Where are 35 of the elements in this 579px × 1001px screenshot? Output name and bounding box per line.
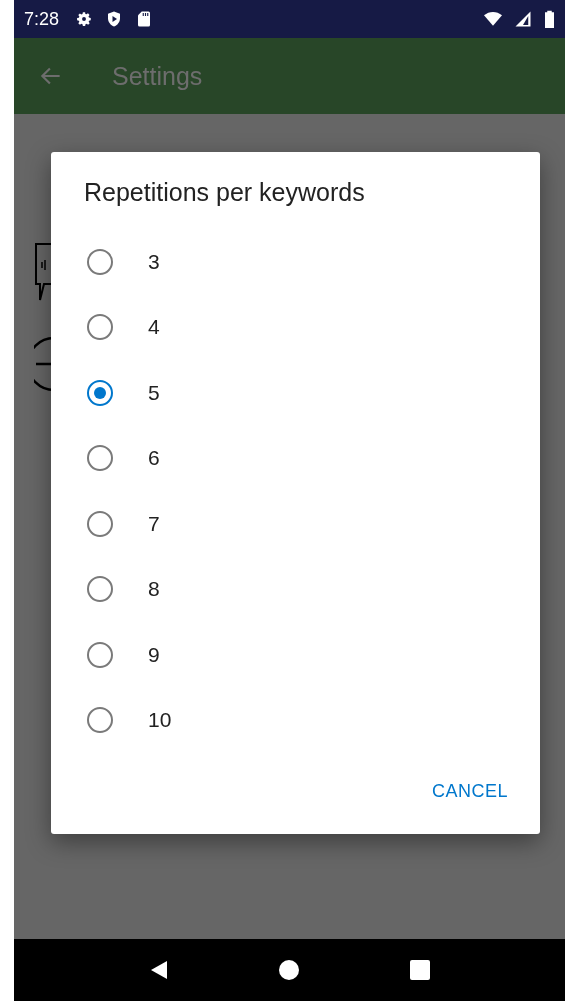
option-label: 8 bbox=[148, 577, 160, 602]
radio-option[interactable]: 10 bbox=[51, 687, 540, 753]
back-triangle-icon[interactable] bbox=[149, 960, 170, 980]
radio-button[interactable] bbox=[87, 641, 113, 668]
radio-button[interactable] bbox=[87, 445, 113, 472]
cancel-button[interactable]: CANCEL bbox=[419, 773, 520, 810]
status-time: 7:28 bbox=[24, 8, 60, 30]
recents-square-icon[interactable] bbox=[409, 960, 430, 980]
wifi-icon bbox=[484, 10, 502, 28]
radio-button[interactable] bbox=[87, 707, 113, 734]
radio-option[interactable]: 6 bbox=[51, 425, 540, 491]
gear-icon bbox=[75, 10, 94, 28]
battery-icon bbox=[544, 10, 555, 28]
option-label: 6 bbox=[148, 446, 160, 471]
option-label: 4 bbox=[148, 315, 160, 340]
radio-option[interactable]: 9 bbox=[51, 622, 540, 688]
radio-button[interactable] bbox=[87, 248, 113, 275]
option-label: 9 bbox=[148, 642, 160, 667]
radio-button[interactable] bbox=[87, 379, 113, 406]
radio-option[interactable]: 5 bbox=[51, 360, 540, 426]
radio-button[interactable] bbox=[87, 510, 113, 537]
radio-option[interactable]: 8 bbox=[51, 556, 540, 622]
dialog-title: Repetitions per keywords bbox=[83, 178, 366, 208]
signal-icon bbox=[514, 10, 532, 28]
option-label: 3 bbox=[148, 249, 160, 274]
radio-button[interactable] bbox=[87, 576, 113, 603]
radio-option[interactable]: 4 bbox=[51, 294, 540, 360]
option-label: 10 bbox=[148, 708, 172, 733]
option-label: 7 bbox=[148, 511, 160, 536]
radio-option[interactable]: 7 bbox=[51, 491, 540, 557]
option-label: 5 bbox=[148, 380, 160, 405]
radio-button[interactable] bbox=[87, 314, 113, 341]
home-circle-icon[interactable] bbox=[279, 960, 300, 980]
radio-option[interactable]: 3 bbox=[51, 229, 540, 295]
app-title: Settings bbox=[112, 61, 203, 91]
